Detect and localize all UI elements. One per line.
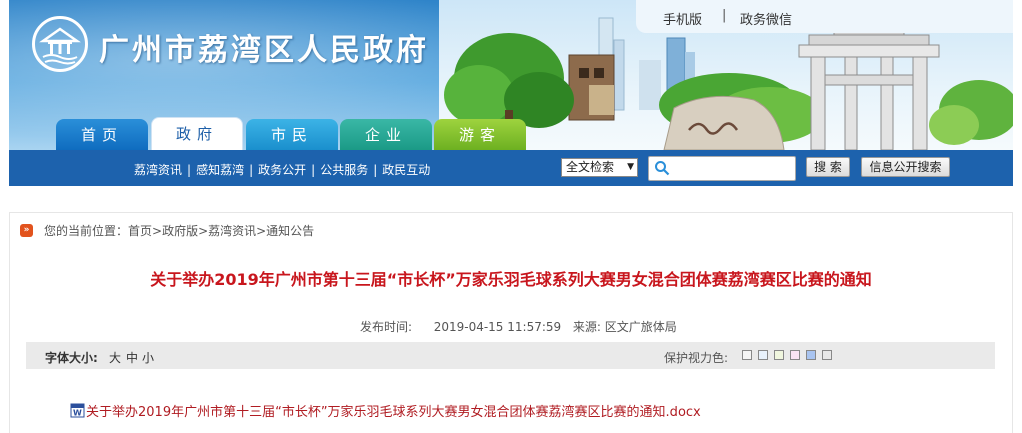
eye-color-swatch-6[interactable] — [822, 350, 832, 360]
emblem-icon — [39, 27, 81, 65]
tab-government[interactable]: 政府 — [151, 117, 243, 152]
city-emblem-logo[interactable] — [32, 16, 88, 72]
subnav-separator: | — [311, 163, 316, 177]
svg-text:W: W — [73, 409, 82, 418]
subnav-separator: | — [187, 163, 192, 177]
site-title[interactable]: 广州市荔湾区人民政府 — [99, 25, 429, 69]
search-scope-select[interactable]: 全文检索 ▼ — [561, 158, 638, 177]
font-size-small-button[interactable]: 小 — [142, 349, 154, 366]
word-document-icon: W — [70, 403, 85, 418]
search-icon — [655, 161, 670, 176]
published-label: 发布时间: — [360, 320, 413, 334]
eye-color-swatch-5[interactable] — [806, 350, 816, 360]
top-links-separator: | — [722, 8, 727, 23]
breadcrumb-label: 您的当前位置： — [44, 224, 129, 238]
article-title: 关于举办2019年广州市第十三届“市长杯”万家乐羽毛球系列大赛男女混合团体赛荔湾… — [150, 270, 872, 289]
article-meta: 发布时间: 2019-04-15 11:57:59 来源: 区文广旅体局 — [360, 318, 677, 335]
subnav-item-interaction[interactable]: 政民互动 — [382, 163, 430, 177]
breadcrumb: » 您的当前位置： 首页>政府版>荔湾资讯>通知公告 — [20, 222, 314, 239]
search-scope-value: 全文检索 — [566, 160, 615, 174]
tab-tourist[interactable]: 游客 — [434, 119, 526, 150]
published-value: 2019-04-15 11:57:59 — [433, 320, 562, 334]
eye-color-swatch-1[interactable] — [742, 350, 752, 360]
eye-care-color-label: 保护视力色: — [664, 351, 729, 365]
dropdown-arrow-icon: ▼ — [627, 162, 634, 172]
source-value: 区文广旅体局 — [604, 320, 677, 334]
subnav-item-perceive-liwan[interactable]: 感知荔湾 — [196, 163, 244, 177]
location-marker-icon: » — [20, 224, 33, 237]
subnav-item-public-service[interactable]: 公共服务 — [320, 163, 368, 177]
attachment-filename[interactable]: 关于举办2019年广州市第十三届“市长杯”万家乐羽毛球系列大赛男女混合团体赛荔湾… — [86, 401, 701, 420]
subnav-separator: | — [373, 163, 378, 177]
search-button[interactable]: 搜 索 — [806, 157, 850, 177]
subnav-item-liwan-news[interactable]: 荔湾资讯 — [134, 163, 182, 177]
attachment-link[interactable]: W 关于举办2019年广州市第十三届“市长杯”万家乐羽毛球系列大赛男女混合团体赛… — [70, 401, 701, 420]
subnav-item-gov-disclosure[interactable]: 政务公开 — [258, 163, 306, 177]
article-toolbar: 字体大小: 大 中 小 保护视力色: — [26, 342, 995, 369]
top-links-bar: 手机版 | 政务微信 — [636, 0, 1013, 33]
font-size-label: 字体大小: — [45, 351, 98, 365]
tab-business[interactable]: 企业 — [340, 119, 432, 150]
tab-citizen[interactable]: 市民 — [246, 119, 338, 150]
search-input[interactable] — [648, 156, 796, 181]
font-size-large-button[interactable]: 大 — [109, 349, 121, 366]
info-disclosure-search-button[interactable]: 信息公开搜索 — [861, 157, 950, 177]
subnav-links: 荔湾资讯 | 感知荔湾 | 政务公开 | 公共服务 | 政民互动 — [134, 161, 430, 178]
tab-home[interactable]: 首页 — [56, 119, 148, 150]
font-size-medium-button[interactable]: 中 — [126, 349, 138, 366]
eye-color-swatch-3[interactable] — [774, 350, 784, 360]
gov-wechat-link[interactable]: 政务微信 — [740, 9, 792, 28]
eye-color-swatch-2[interactable] — [758, 350, 768, 360]
eye-color-swatch-4[interactable] — [790, 350, 800, 360]
breadcrumb-path[interactable]: 首页>政府版>荔湾资讯>通知公告 — [128, 222, 314, 239]
source-label: 来源: — [572, 320, 601, 334]
mobile-version-link[interactable]: 手机版 — [663, 9, 702, 28]
subnav-separator: | — [249, 163, 254, 177]
